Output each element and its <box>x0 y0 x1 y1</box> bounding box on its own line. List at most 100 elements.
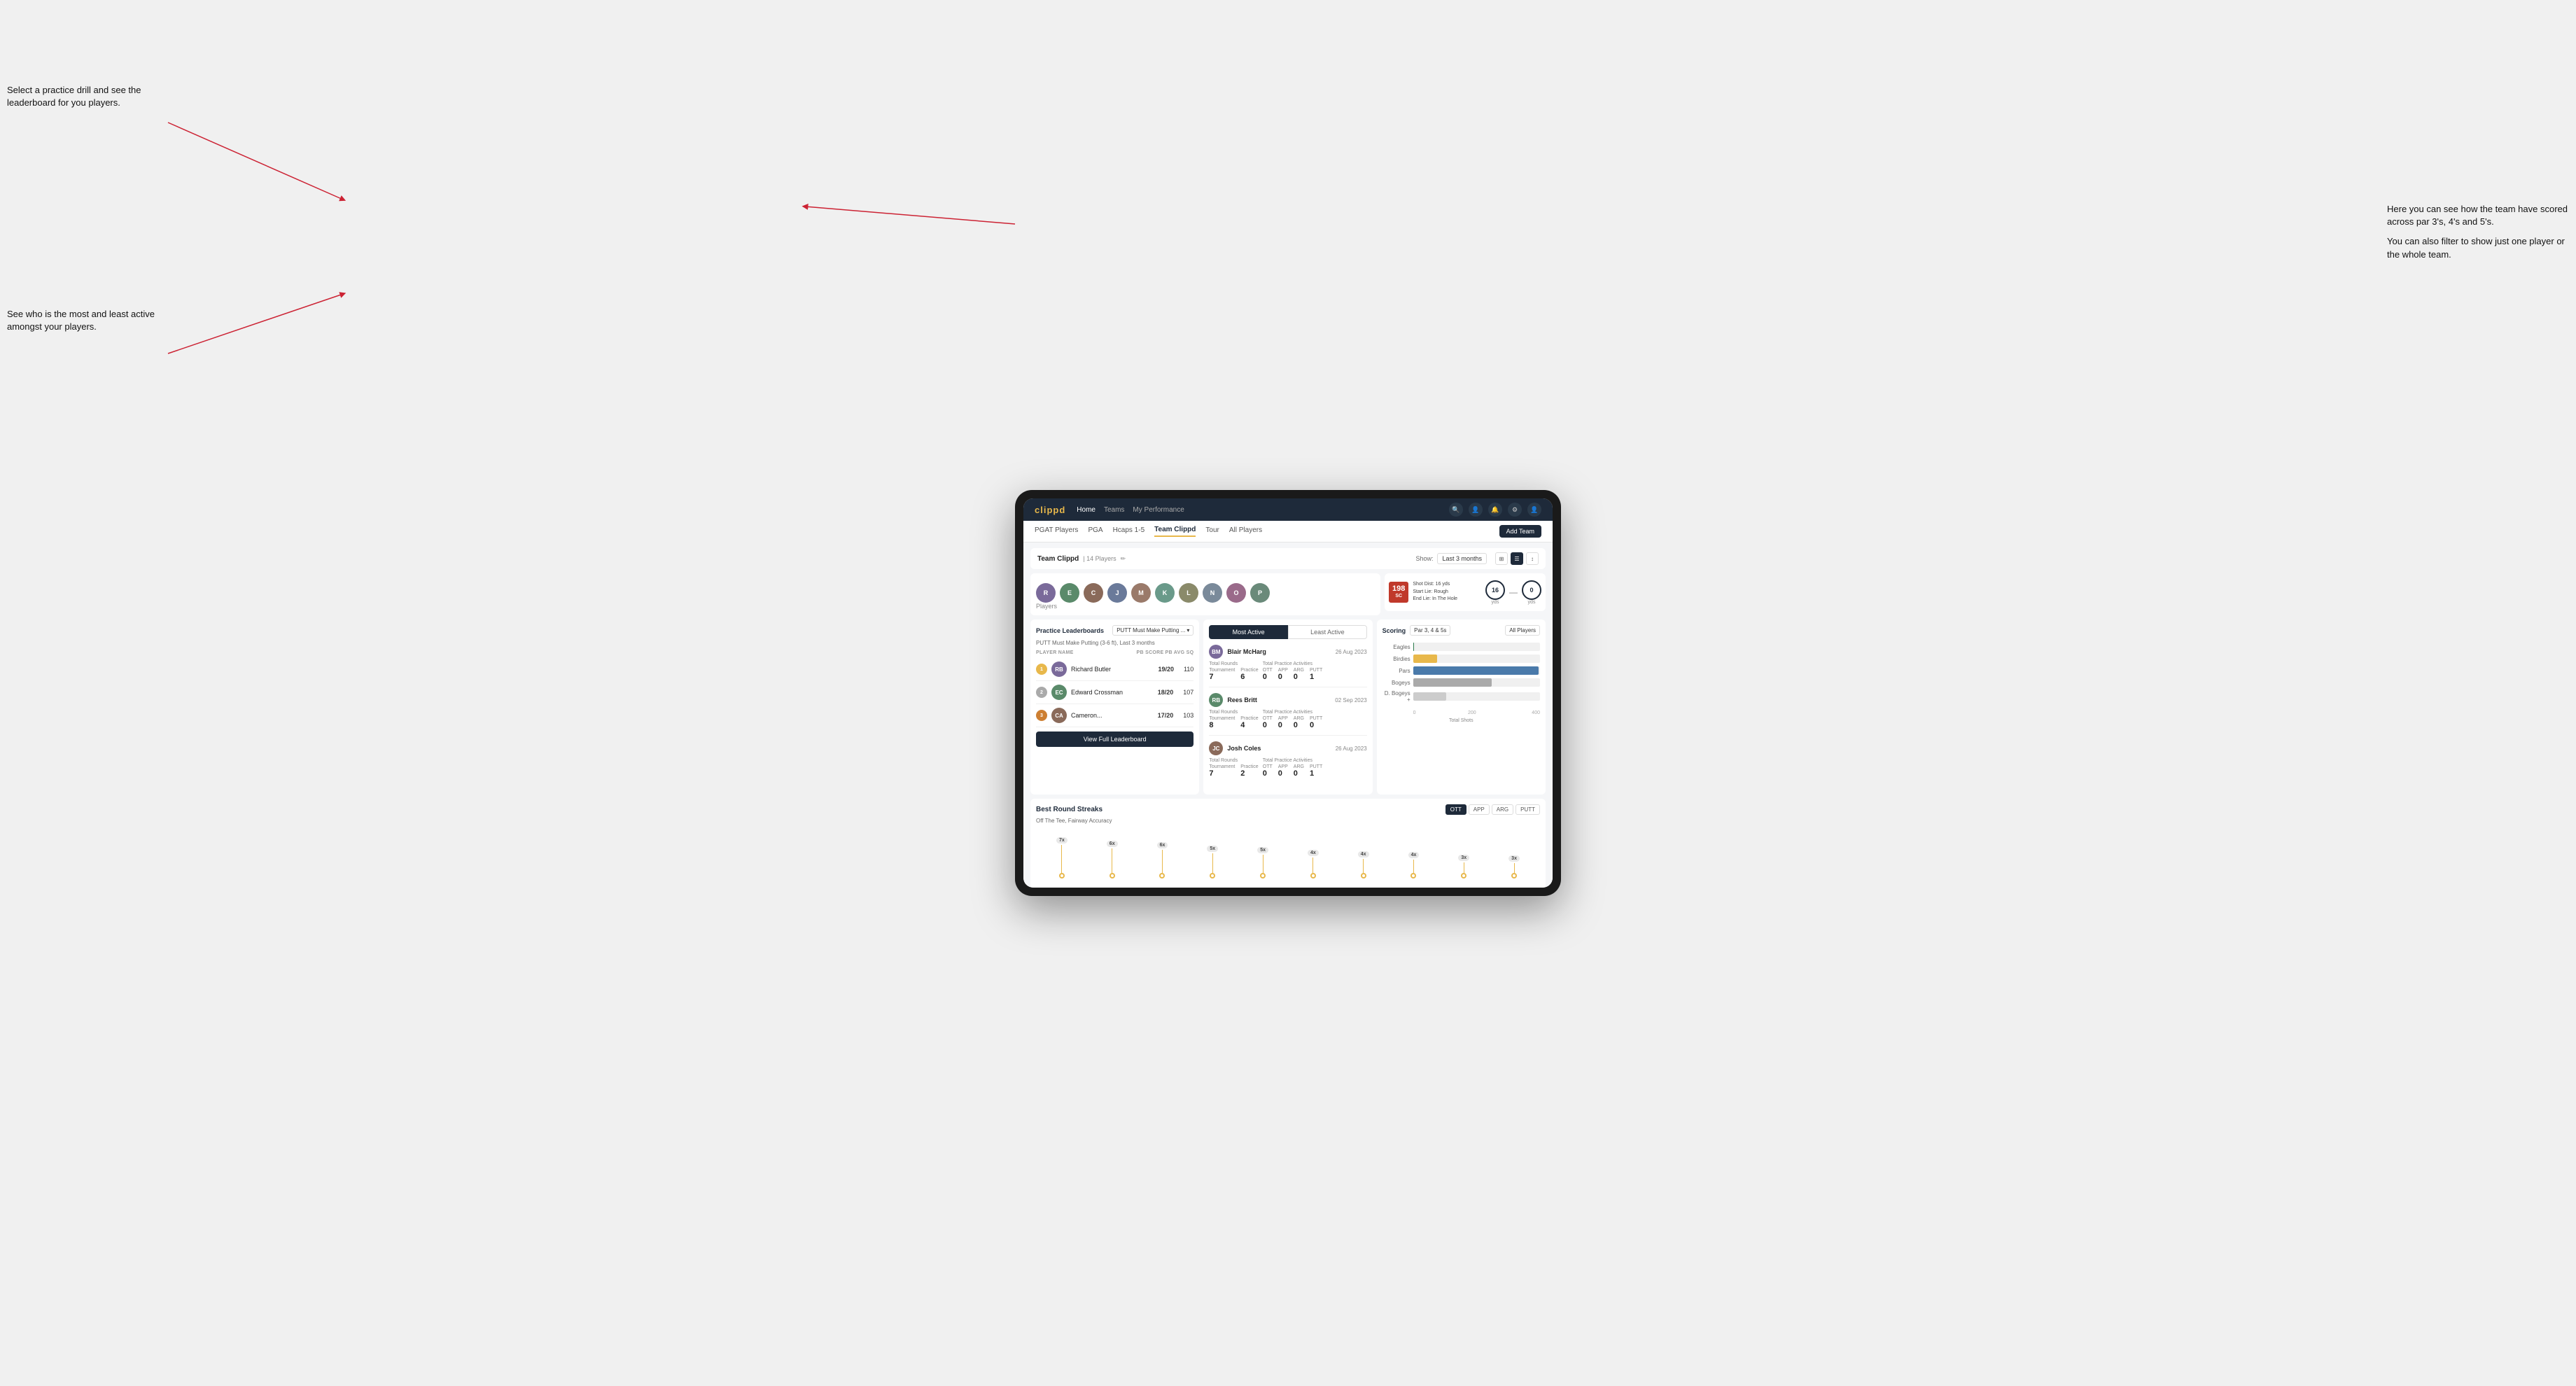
sort-view-icon[interactable]: ↕ <box>1526 552 1539 565</box>
edit-icon[interactable]: ✏ <box>1121 555 1126 563</box>
pa-date-3: 26 Aug 2023 <box>1336 746 1367 752</box>
nav-home[interactable]: Home <box>1077 505 1096 515</box>
lb-col-avg: PB AVG SQ <box>1166 650 1194 655</box>
search-icon[interactable]: 🔍 <box>1449 503 1463 517</box>
practice-leaderboards-card: Practice Leaderboards PUTT Must Make Put… <box>1030 620 1199 794</box>
tab-arg[interactable]: ARG <box>1492 804 1513 815</box>
bar-fill-dbogeys <box>1413 692 1446 701</box>
scoring-filter-players[interactable]: All Players <box>1505 625 1540 636</box>
bell-icon[interactable]: 🔔 <box>1488 503 1502 517</box>
player-avatar-9[interactable]: O <box>1226 583 1246 603</box>
lb-score-3: 17/20 <box>1158 712 1174 719</box>
view-icons: ⊞ ☰ ↕ <box>1495 552 1539 565</box>
bar-track-bogeys: 311 <box>1413 678 1540 687</box>
shot-circle-2: 0 <box>1522 580 1541 600</box>
pa-header-2: RB Rees Britt 02 Sep 2023 <box>1209 693 1366 707</box>
streak-item-7: 4x <box>1340 851 1387 878</box>
nav-performance[interactable]: My Performance <box>1133 505 1184 515</box>
pa-avatar-3[interactable]: JC <box>1209 741 1223 755</box>
pa-practice-activities-3: Total Practice Activities OTT0 APP0 ARG0… <box>1263 758 1367 778</box>
bar-row-pars: Pars 499 <box>1382 666 1540 675</box>
axis-200: 200 <box>1468 710 1476 715</box>
subnav-pgat[interactable]: PGAT Players <box>1035 526 1078 536</box>
pa-stats-3: Total Rounds Tournament 7 Practice 2 <box>1209 758 1366 778</box>
player-avatar-4[interactable]: J <box>1107 583 1127 603</box>
three-col: Practice Leaderboards PUTT Must Make Put… <box>1030 620 1546 794</box>
subnav-pga[interactable]: PGA <box>1088 526 1102 536</box>
shot-circles: 16 yds — 0 yds <box>1485 580 1541 605</box>
player-avatar-8[interactable]: N <box>1203 583 1222 603</box>
lb-row-3[interactable]: 3 CA Cameron... 17/20 103 <box>1036 704 1194 727</box>
profile-icon[interactable]: 👤 <box>1527 503 1541 517</box>
bar-chart: Eagles 3 Birdies 96 <box>1382 641 1540 708</box>
axis-0: 0 <box>1413 710 1416 715</box>
view-full-leaderboard-button[interactable]: View Full Leaderboard <box>1036 732 1194 747</box>
pa-total-rounds-3: Total Rounds Tournament 7 Practice 2 <box>1209 758 1259 778</box>
lb-row-1[interactable]: 1 RB Richard Butler 19/20 110 <box>1036 658 1194 681</box>
streaks-chart: 7x 6x 6x <box>1036 830 1540 886</box>
lb-row-2[interactable]: 2 EC Edward Crossman 18/20 107 <box>1036 681 1194 704</box>
pa-avatar-2[interactable]: RB <box>1209 693 1223 707</box>
show-dropdown[interactable]: Last 3 months <box>1437 553 1487 564</box>
streaks-card: Best Round Streaks OTT APP ARG PUTT Off … <box>1030 799 1546 888</box>
player-avatar-5[interactable]: M <box>1131 583 1151 603</box>
subnav-hcaps[interactable]: Hcaps 1-5 <box>1113 526 1145 536</box>
tab-app[interactable]: APP <box>1469 804 1490 815</box>
nav-teams[interactable]: Teams <box>1104 505 1124 515</box>
streak-item-9: 3x <box>1441 855 1487 878</box>
shot-info: Shot Dist: 16 yds Start Lie: Rough End L… <box>1413 581 1481 603</box>
bar-track-birdies: 96 <box>1413 654 1540 663</box>
pa-name-3: Josh Coles <box>1227 745 1261 752</box>
streaks-tabs: OTT APP ARG PUTT <box>1446 804 1540 815</box>
streak-item-10: 3x <box>1491 855 1537 878</box>
player-activity-3: JC Josh Coles 26 Aug 2023 Total Rounds T… <box>1209 741 1366 783</box>
grid-view-icon[interactable]: ⊞ <box>1495 552 1508 565</box>
bar-fill-eagles <box>1413 643 1414 651</box>
drill-dropdown[interactable]: PUTT Must Make Putting ... ▾ <box>1112 625 1194 636</box>
bar-row-bogeys: Bogeys 311 <box>1382 678 1540 687</box>
team-header: Team Clippd | 14 Players ✏ Show: Last 3 … <box>1030 548 1546 569</box>
lb-rank-1: 1 <box>1036 664 1047 675</box>
player-avatar-3[interactable]: C <box>1084 583 1103 603</box>
player-avatar-7[interactable]: L <box>1179 583 1198 603</box>
leaderboard-title: Practice Leaderboards <box>1036 627 1104 634</box>
player-avatar-10[interactable]: P <box>1250 583 1270 603</box>
pa-name-1: Blair McHarg <box>1227 648 1266 655</box>
pa-stats-1: Total Rounds Tournament 7 Practice 6 <box>1209 662 1366 681</box>
pa-stats-2: Total Rounds Tournament 8 Practice 4 <box>1209 710 1366 729</box>
player-avatar-1[interactable]: R <box>1036 583 1056 603</box>
lb-avatar-3: CA <box>1051 708 1067 723</box>
annotation-top-left: Select a practice drill and see the lead… <box>7 84 161 109</box>
player-avatar-6[interactable]: K <box>1155 583 1175 603</box>
pa-avatar-1[interactable]: BM <box>1209 645 1223 659</box>
tab-ott[interactable]: OTT <box>1446 804 1466 815</box>
settings-icon[interactable]: ⚙ <box>1508 503 1522 517</box>
subnav-all-players[interactable]: All Players <box>1229 526 1262 536</box>
scoring-title: Scoring <box>1382 627 1406 634</box>
player-avatar-2[interactable]: E <box>1060 583 1079 603</box>
bar-track-dbogeys: 131 <box>1413 692 1540 701</box>
lb-rank-3: 3 <box>1036 710 1047 721</box>
subnav-tour[interactable]: Tour <box>1205 526 1219 536</box>
tab-putt[interactable]: PUTT <box>1516 804 1540 815</box>
scoring-filter-par[interactable]: Par 3, 4 & 5s <box>1410 625 1450 636</box>
bar-fill-bogeys <box>1413 678 1492 687</box>
lb-score-2: 18/20 <box>1158 689 1174 696</box>
tab-most-active[interactable]: Most Active <box>1209 625 1288 639</box>
tab-least-active[interactable]: Least Active <box>1288 625 1367 639</box>
subnav-team-clippd[interactable]: Team Clippd <box>1154 526 1196 537</box>
nav-icons: 🔍 👤 🔔 ⚙ 👤 <box>1449 503 1541 517</box>
list-view-icon[interactable]: ☰ <box>1511 552 1523 565</box>
shot-badge: 198 SC <box>1389 582 1408 603</box>
lb-col-name: PLAYER NAME <box>1036 650 1135 655</box>
tablet-screen: clippd Home Teams My Performance 🔍 👤 🔔 ⚙… <box>1023 498 1553 888</box>
activity-tabs: Most Active Least Active <box>1209 625 1366 639</box>
shot-dash: — <box>1509 587 1518 597</box>
activity-card: Most Active Least Active BM Blair McHarg… <box>1203 620 1372 794</box>
streak-item-3: 6x <box>1140 842 1186 878</box>
add-team-button[interactable]: Add Team <box>1499 525 1541 538</box>
tablet: clippd Home Teams My Performance 🔍 👤 🔔 ⚙… <box>1015 490 1561 896</box>
bar-label-eagles: Eagles <box>1382 644 1410 650</box>
pa-name-2: Rees Britt <box>1227 696 1257 704</box>
user-icon[interactable]: 👤 <box>1469 503 1483 517</box>
